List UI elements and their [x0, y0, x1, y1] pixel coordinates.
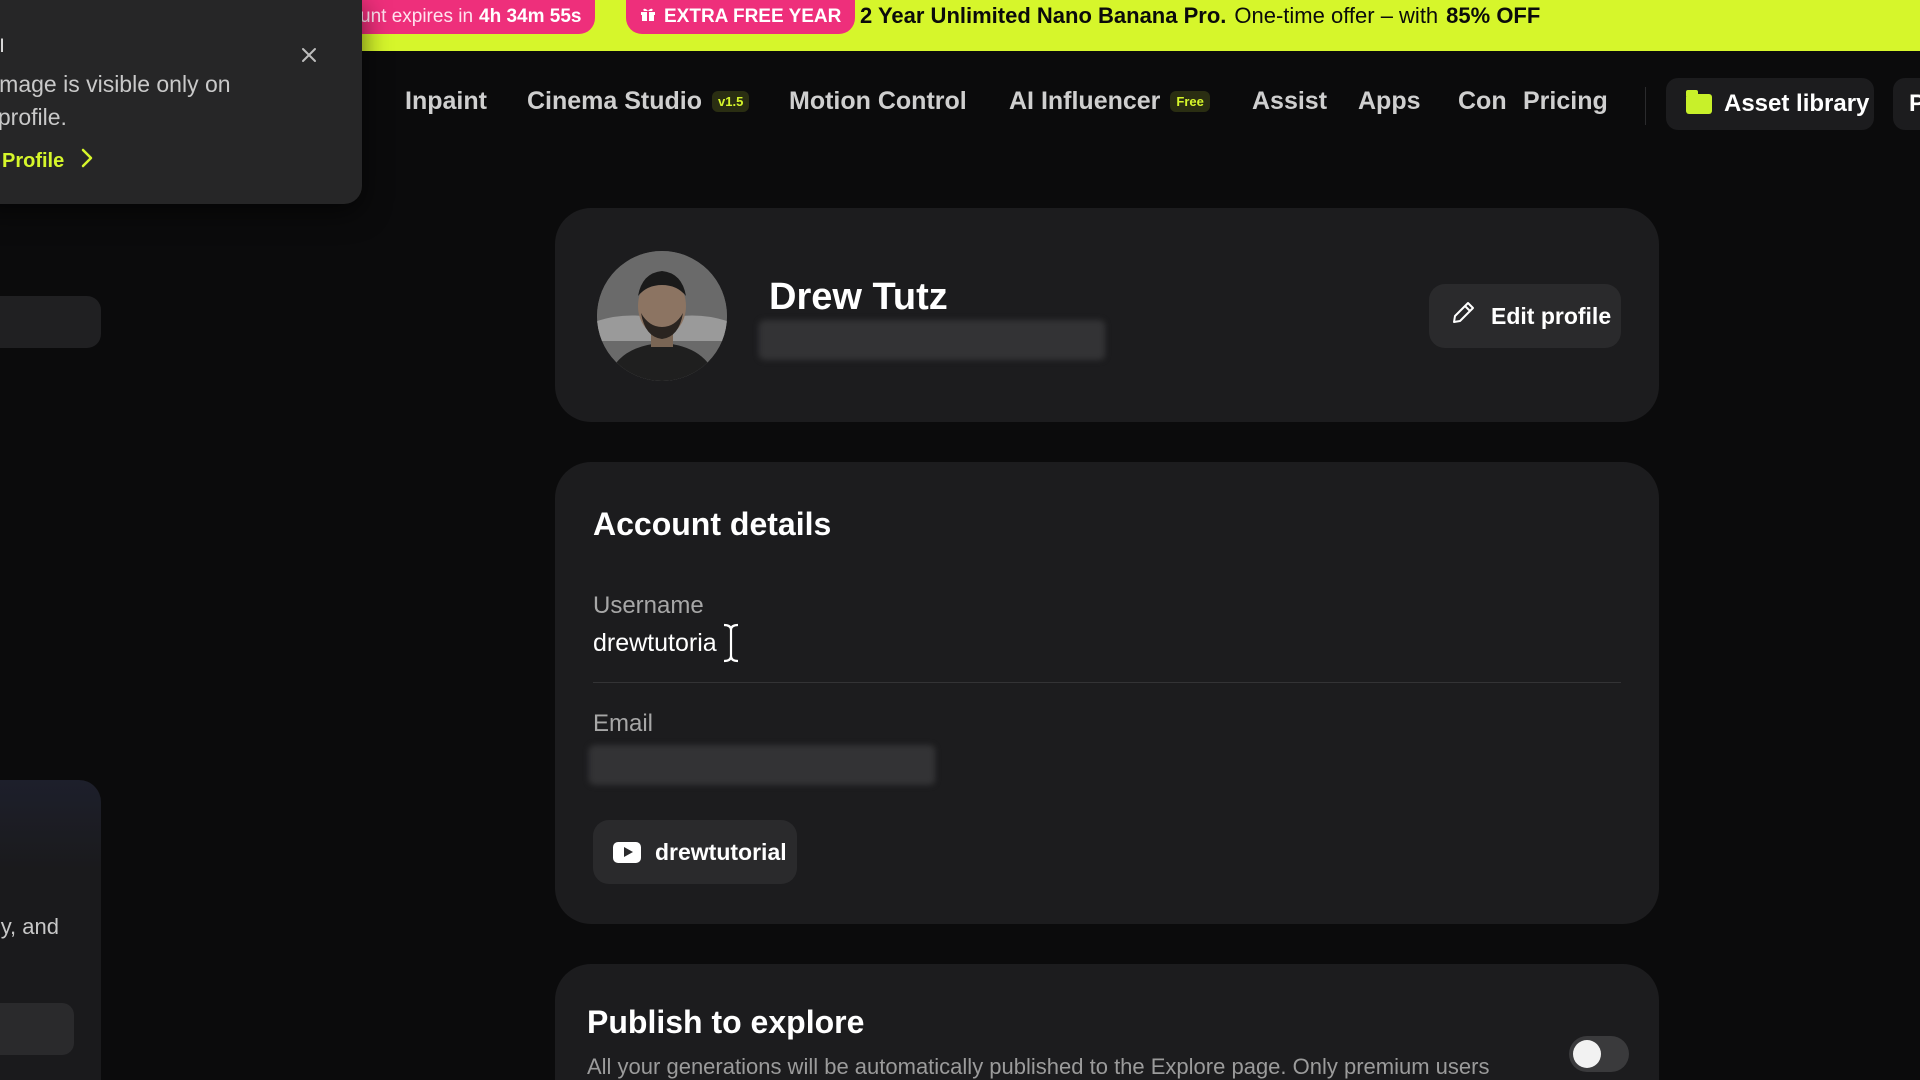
nav-item-label: Pricing — [1523, 87, 1608, 115]
profile-button-label: P — [1909, 90, 1920, 117]
offer-body: One-time offer – with — [1234, 3, 1439, 28]
section-title: Account details — [593, 506, 832, 542]
nav-item-cinema-studio[interactable]: Cinema Studio v1.5 — [527, 87, 750, 116]
gift-icon — [640, 6, 656, 28]
nav-item-inpaint[interactable]: Inpaint — [405, 87, 487, 116]
youtube-icon — [613, 841, 641, 863]
folder-icon — [1686, 90, 1712, 114]
asset-library-label: Asset library — [1724, 90, 1870, 117]
nav-item-label: Assist — [1252, 87, 1328, 115]
nav-item-community[interactable]: Con — [1458, 87, 1506, 116]
email-label: Email — [593, 710, 654, 737]
extra-free-year-label: EXTRA FREE YEAR — [664, 6, 842, 27]
toggle-knob — [1573, 1040, 1601, 1068]
asset-library-button[interactable]: Asset library — [1666, 78, 1874, 130]
edit-profile-button[interactable]: Edit profile — [1429, 284, 1621, 348]
nav-item-label: Motion Control — [789, 87, 967, 115]
nav-item-label: Cinema Studio — [527, 87, 703, 115]
text-cursor-icon — [720, 622, 742, 664]
nav-item-label: Con — [1458, 87, 1506, 115]
popover-message: r image is visible only on y profile. — [0, 71, 231, 130]
offer-title: 2 Year Unlimited Nano Banana Pro. — [860, 3, 1227, 28]
app-root: unt expires in 4h 34m 55s EXTRA FREE YEA… — [0, 0, 1920, 1080]
popover-title: l — [0, 36, 4, 56]
nav-item-label: AI Influencer — [1009, 87, 1161, 115]
profile-card: Drew Tutz Edit profile — [555, 208, 1659, 422]
countdown-label: unt expires in — [360, 6, 474, 27]
profile-visibility-popover: l r image is visible only on y profile. … — [0, 0, 362, 204]
redacted-email — [589, 745, 935, 785]
nav-divider — [1645, 87, 1646, 125]
close-icon[interactable] — [298, 44, 320, 66]
profile-button[interactable]: P — [1893, 78, 1920, 130]
countdown-pill: unt expires in 4h 34m 55s — [338, 0, 596, 34]
edit-profile-label: Edit profile — [1491, 302, 1612, 329]
youtube-handle: drewtutorial — [655, 838, 787, 865]
nav-item-apps[interactable]: Apps — [1358, 87, 1421, 116]
publish-description: All your generations will be automatical… — [587, 1054, 1490, 1079]
username-field[interactable] — [593, 629, 1603, 658]
version-badge: v1.5 — [712, 91, 750, 112]
nav-item-assist[interactable]: Assist — [1252, 87, 1327, 116]
field-divider — [593, 682, 1621, 683]
publish-toggle[interactable] — [1569, 1036, 1629, 1072]
username-label: Username — [593, 592, 704, 619]
avatar — [597, 251, 727, 381]
nav-item-label: Inpaint — [405, 87, 487, 115]
sidebar-promo-card: y, and — [0, 780, 101, 1080]
publish-explore-card: Publish to explore All your generations … — [555, 964, 1659, 1080]
offer-discount: 85% OFF — [1446, 3, 1541, 28]
youtube-link-chip[interactable]: drewtutorial — [593, 820, 797, 884]
chevron-right-icon — [80, 148, 94, 174]
display-name: Drew Tutz — [769, 276, 948, 318]
sidebar-card-text: y, and — [0, 914, 59, 939]
redacted-handle — [759, 320, 1105, 360]
popover-link-label: Profile — [2, 149, 65, 172]
sidebar-item[interactable] — [0, 296, 101, 348]
sidebar-card-button[interactable] — [0, 1003, 74, 1055]
pencil-icon — [1449, 299, 1477, 333]
countdown-time: 4h 34m 55s — [479, 6, 582, 27]
free-badge: Free — [1170, 91, 1210, 112]
nav-item-ai-influencer[interactable]: AI Influencer Free — [1009, 87, 1210, 116]
popover-profile-link[interactable]: Profile — [2, 148, 94, 174]
extra-free-year-pill[interactable]: EXTRA FREE YEAR — [626, 0, 856, 34]
nav-item-label: Apps — [1358, 87, 1421, 115]
offer-text: 2 Year Unlimited Nano Banana Pro. One-ti… — [860, 0, 1540, 32]
nav-item-pricing[interactable]: Pricing — [1523, 87, 1608, 116]
nav-item-motion-control[interactable]: Motion Control — [789, 87, 967, 116]
account-details-card: Account details Username Email drewtutor… — [555, 462, 1659, 924]
publish-title: Publish to explore — [587, 1004, 865, 1040]
